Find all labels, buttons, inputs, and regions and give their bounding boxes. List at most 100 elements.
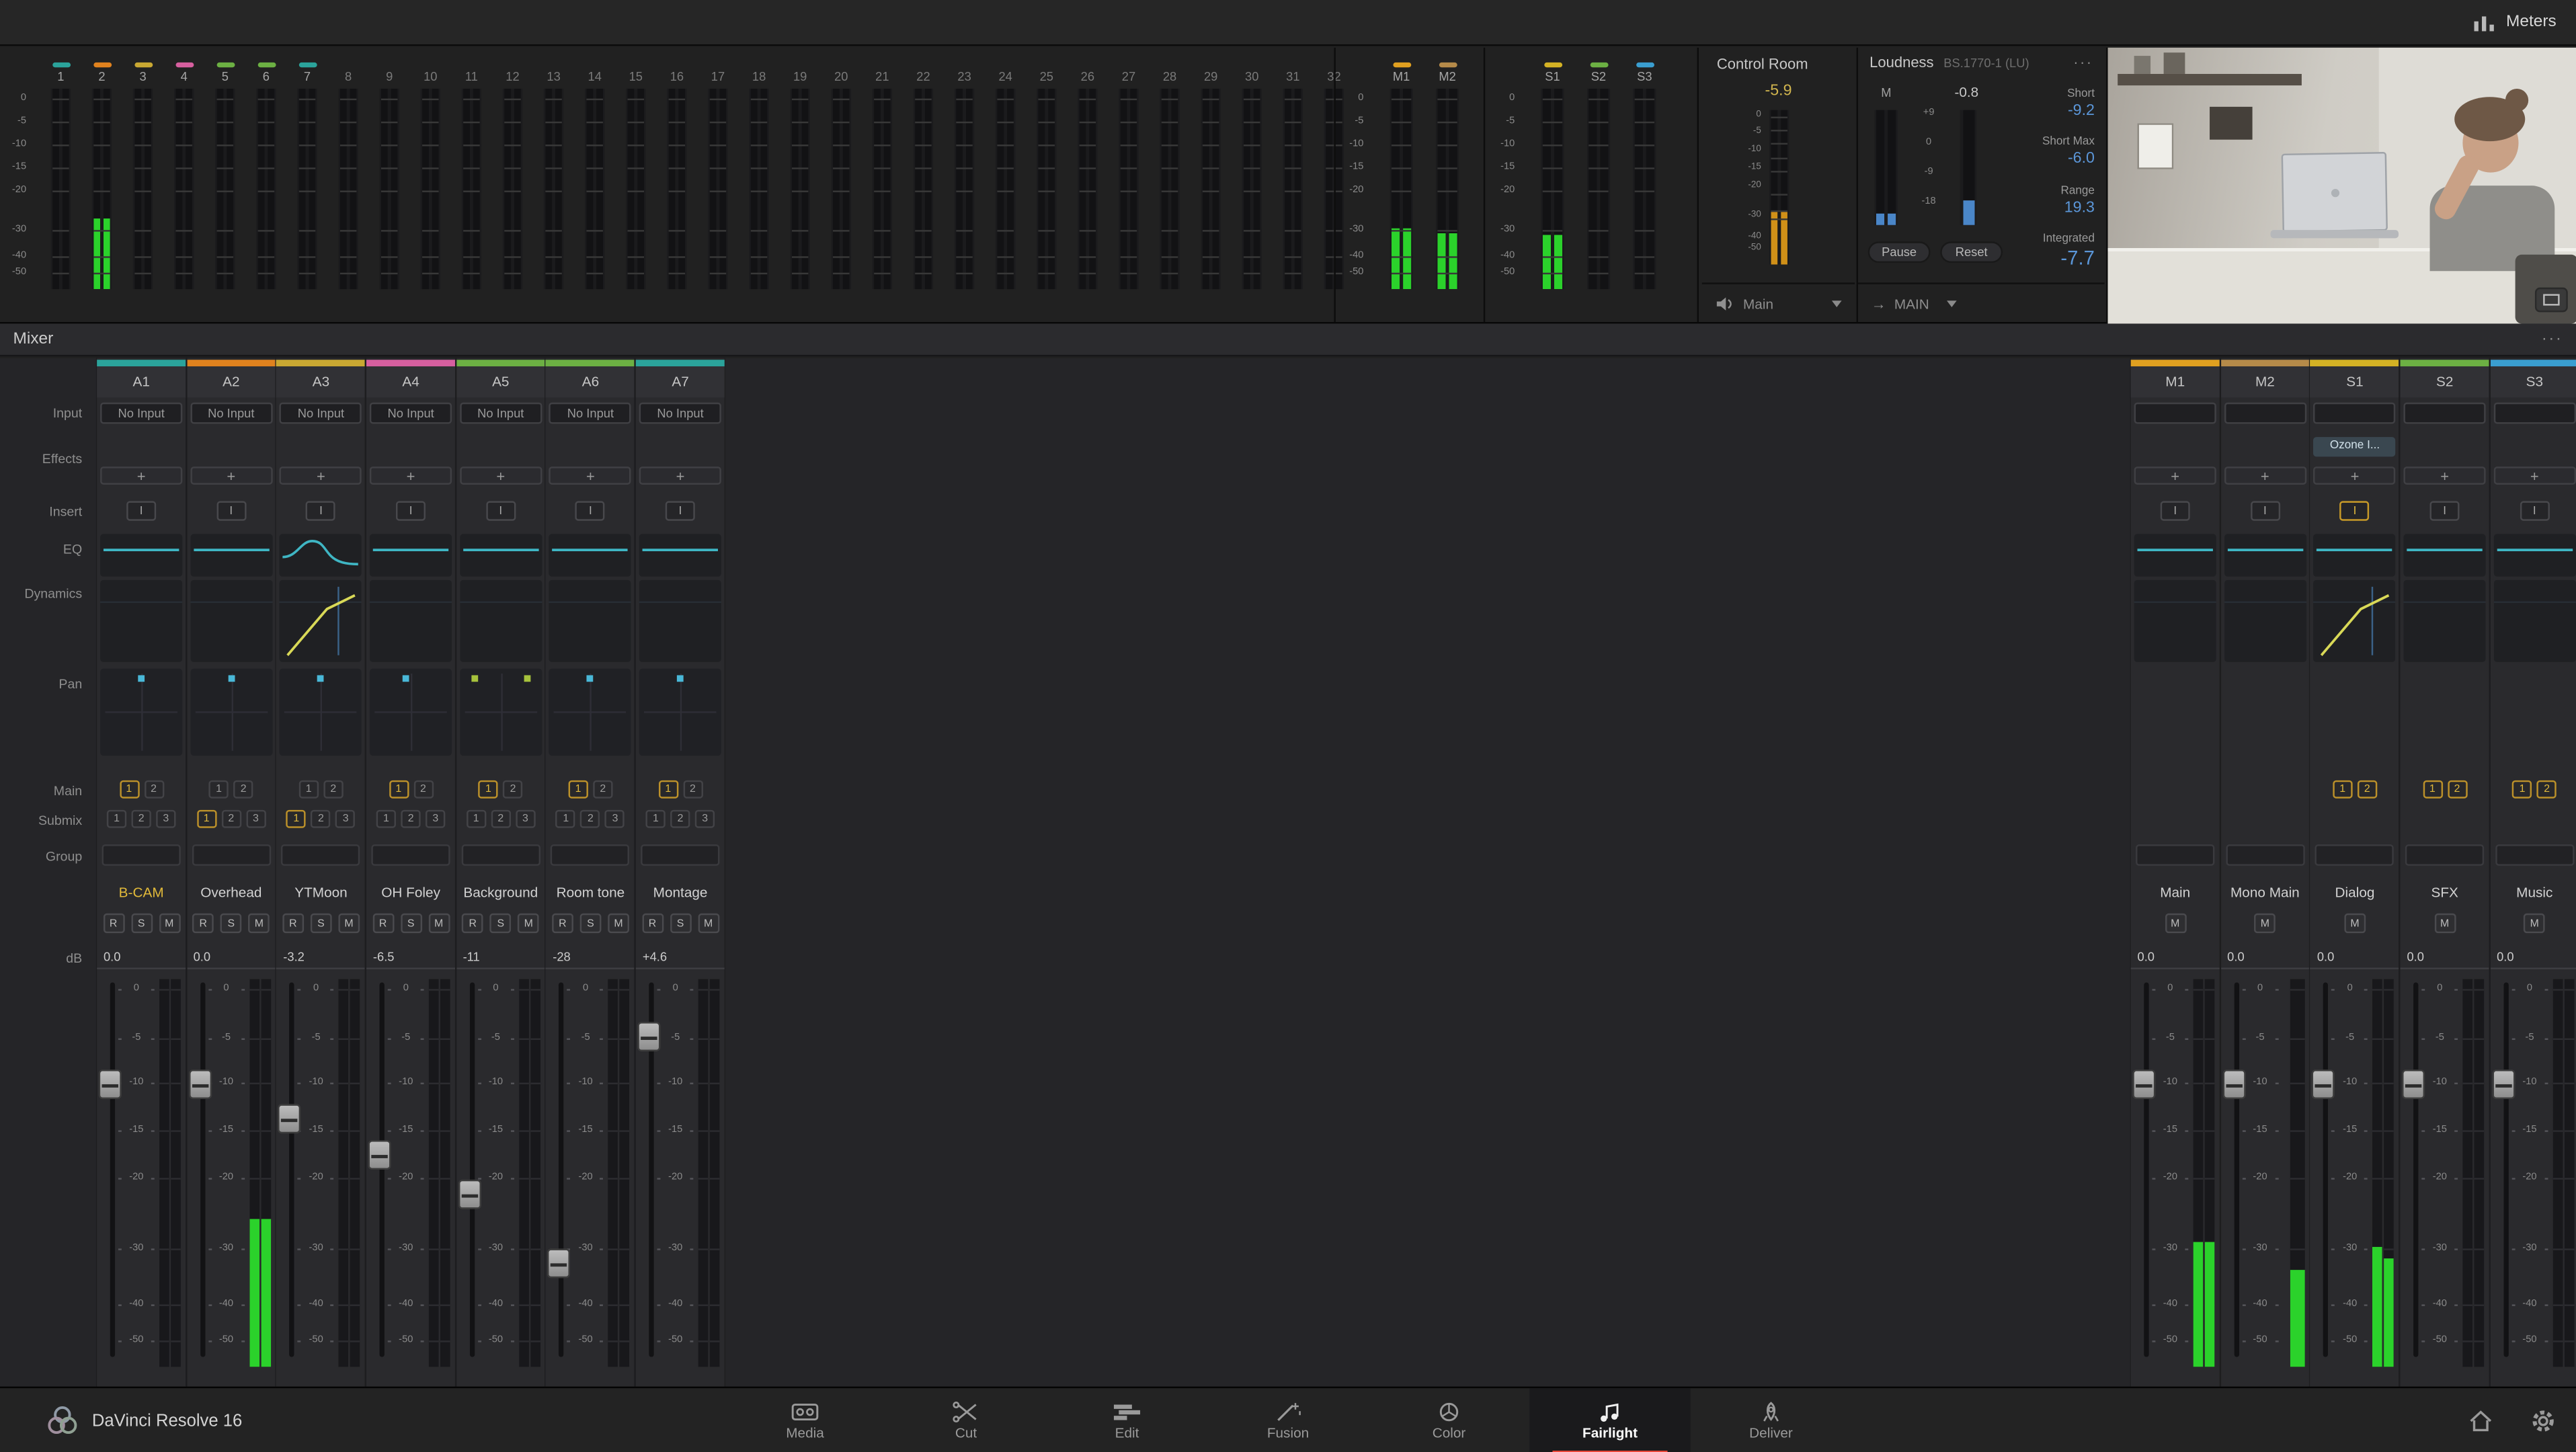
- page-tab-color[interactable]: Color: [1369, 1388, 1530, 1452]
- mixer-strip-A4[interactable]: A4 No Input + I 1 2 1 2 3 OH Foley R S M -6.5 0 -5 -10 -1…: [366, 358, 456, 1387]
- mixer-strip-S1[interactable]: S1 Ozone I... + I 1 2 Dialog M 0.0 0 -5 -10 -15 -20 -3…: [2310, 358, 2400, 1387]
- eq-thumbnail[interactable]: [549, 534, 632, 577]
- group-field[interactable]: [551, 844, 631, 866]
- dynamics-thumbnail[interactable]: [639, 579, 722, 662]
- monitor-source-selector[interactable]: Main: [1701, 282, 1855, 322]
- strip-header[interactable]: S3: [2490, 360, 2576, 398]
- pause-button[interactable]: Pause: [1867, 241, 1931, 264]
- fader-handle[interactable]: [2222, 1069, 2246, 1099]
- main-assign-button-1[interactable]: 1: [2512, 780, 2532, 799]
- add-effect-button[interactable]: +: [190, 467, 272, 485]
- loudness-options-button[interactable]: ···: [2073, 54, 2093, 71]
- submix-assign-button-2[interactable]: 2: [131, 809, 151, 828]
- strip-header[interactable]: S2: [2400, 360, 2489, 398]
- eq-thumbnail[interactable]: [280, 534, 362, 577]
- add-effect-button[interactable]: +: [2224, 467, 2306, 485]
- pan-thumbnail[interactable]: [280, 668, 362, 756]
- mixer-options-button[interactable]: ···: [2542, 330, 2563, 348]
- mixer-strip-M1[interactable]: M1 + I Main M 0.0 0 -5 -10 -15 -20 -30 -40 -50: [2130, 358, 2220, 1387]
- group-field[interactable]: [461, 844, 540, 866]
- group-field[interactable]: [281, 844, 361, 866]
- strip-header[interactable]: A7: [636, 360, 725, 398]
- main-assign-button-1[interactable]: 1: [658, 780, 678, 799]
- mute-button[interactable]: M: [518, 913, 540, 934]
- mute-button[interactable]: M: [2344, 913, 2366, 934]
- strip-header[interactable]: A5: [456, 360, 545, 398]
- submix-assign-button-2[interactable]: 2: [491, 809, 511, 828]
- fader-track[interactable]: [200, 982, 205, 1357]
- record-arm-button[interactable]: R: [192, 913, 214, 934]
- mute-button[interactable]: M: [608, 913, 629, 934]
- fader-handle[interactable]: [98, 1069, 122, 1099]
- track-name[interactable]: Mono Main: [2220, 881, 2309, 903]
- insert-button[interactable]: I: [306, 501, 336, 521]
- mute-button[interactable]: M: [248, 913, 270, 934]
- submix-assign-button-1[interactable]: 1: [466, 809, 486, 828]
- dynamics-thumbnail[interactable]: [100, 579, 183, 662]
- fader-handle[interactable]: [458, 1179, 481, 1209]
- pan-thumbnail[interactable]: [459, 668, 542, 756]
- submix-assign-button-1[interactable]: 1: [196, 809, 216, 828]
- insert-button[interactable]: I: [2429, 501, 2460, 521]
- mixer-strip-S3[interactable]: S3 + I 1 2 Music M 0.0 0 -5 -10 -15 -20 -30 -40 -50: [2490, 358, 2576, 1387]
- mute-button[interactable]: M: [338, 913, 360, 934]
- submix-assign-button-3[interactable]: 3: [335, 809, 356, 828]
- loudness-target-selector[interactable]: → MAIN: [1858, 282, 2105, 322]
- group-field[interactable]: [2405, 844, 2485, 866]
- group-field[interactable]: [2315, 844, 2394, 866]
- page-tab-media[interactable]: Media: [725, 1388, 886, 1452]
- fader-handle[interactable]: [637, 1022, 661, 1052]
- dynamics-thumbnail[interactable]: [2313, 579, 2397, 662]
- dynamics-thumbnail[interactable]: [2134, 579, 2216, 662]
- effect-item[interactable]: Ozone I...: [2313, 437, 2397, 457]
- submix-assign-button-1[interactable]: 1: [645, 809, 666, 828]
- main-assign-button-2[interactable]: 2: [2447, 780, 2467, 799]
- input-selector[interactable]: [2403, 402, 2486, 424]
- strip-header[interactable]: A6: [546, 360, 635, 398]
- input-selector[interactable]: No Input: [190, 402, 272, 424]
- add-effect-button[interactable]: +: [100, 467, 183, 485]
- submix-assign-button-2[interactable]: 2: [221, 809, 241, 828]
- mixer-strip-A2[interactable]: A2 No Input + I 1 2 1 2 3 Overhead R S M 0.0 0 -5 -10 -15…: [186, 358, 276, 1387]
- eq-thumbnail[interactable]: [2313, 534, 2397, 577]
- main-assign-button-1[interactable]: 1: [478, 780, 499, 799]
- track-name[interactable]: Dialog: [2310, 881, 2399, 903]
- mixer-strip-M2[interactable]: M2 + I Mono Main M 0.0 0 -5 -10 -15 -20 -30 -40 -50: [2220, 358, 2310, 1387]
- add-effect-button[interactable]: +: [2493, 467, 2576, 485]
- strip-header[interactable]: A4: [366, 360, 456, 398]
- input-selector[interactable]: No Input: [370, 402, 452, 424]
- solo-button[interactable]: S: [489, 913, 512, 934]
- main-assign-button-1[interactable]: 1: [389, 780, 409, 799]
- mute-button[interactable]: M: [2433, 913, 2456, 934]
- main-assign-button-2[interactable]: 2: [682, 780, 703, 799]
- submix-assign-button-1[interactable]: 1: [376, 809, 397, 828]
- fader-track[interactable]: [559, 982, 565, 1357]
- group-field[interactable]: [2225, 844, 2305, 866]
- track-name[interactable]: Room tone: [546, 881, 635, 903]
- fader-handle[interactable]: [278, 1104, 302, 1134]
- main-assign-button-2[interactable]: 2: [143, 780, 164, 799]
- track-name[interactable]: Montage: [636, 881, 725, 903]
- main-assign-button-1[interactable]: 1: [568, 780, 588, 799]
- solo-button[interactable]: S: [130, 913, 153, 934]
- dynamics-thumbnail[interactable]: [2493, 579, 2576, 662]
- fader-track[interactable]: [110, 982, 116, 1357]
- page-tab-fusion[interactable]: Fusion: [1207, 1388, 1369, 1452]
- main-assign-button-2[interactable]: 2: [2357, 780, 2378, 799]
- insert-button[interactable]: I: [666, 501, 696, 521]
- record-arm-button[interactable]: R: [641, 913, 663, 934]
- insert-button[interactable]: I: [575, 501, 606, 521]
- group-field[interactable]: [641, 844, 720, 866]
- strip-header[interactable]: A2: [186, 360, 276, 398]
- main-assign-button-1[interactable]: 1: [119, 780, 139, 799]
- add-effect-button[interactable]: +: [2313, 467, 2397, 485]
- eq-thumbnail[interactable]: [2224, 534, 2306, 577]
- eq-thumbnail[interactable]: [370, 534, 452, 577]
- insert-button[interactable]: I: [2520, 501, 2550, 521]
- submix-assign-button-2[interactable]: 2: [580, 809, 601, 828]
- settings-gear-icon[interactable]: [2530, 1408, 2557, 1434]
- insert-button[interactable]: I: [2250, 501, 2280, 521]
- dynamics-thumbnail[interactable]: [280, 579, 362, 662]
- mixer-strip-A5[interactable]: A5 No Input + I 1 2 1 2 3 Background R S M -11 0 -5 -10-…: [456, 358, 545, 1387]
- pan-thumbnail[interactable]: [549, 668, 632, 756]
